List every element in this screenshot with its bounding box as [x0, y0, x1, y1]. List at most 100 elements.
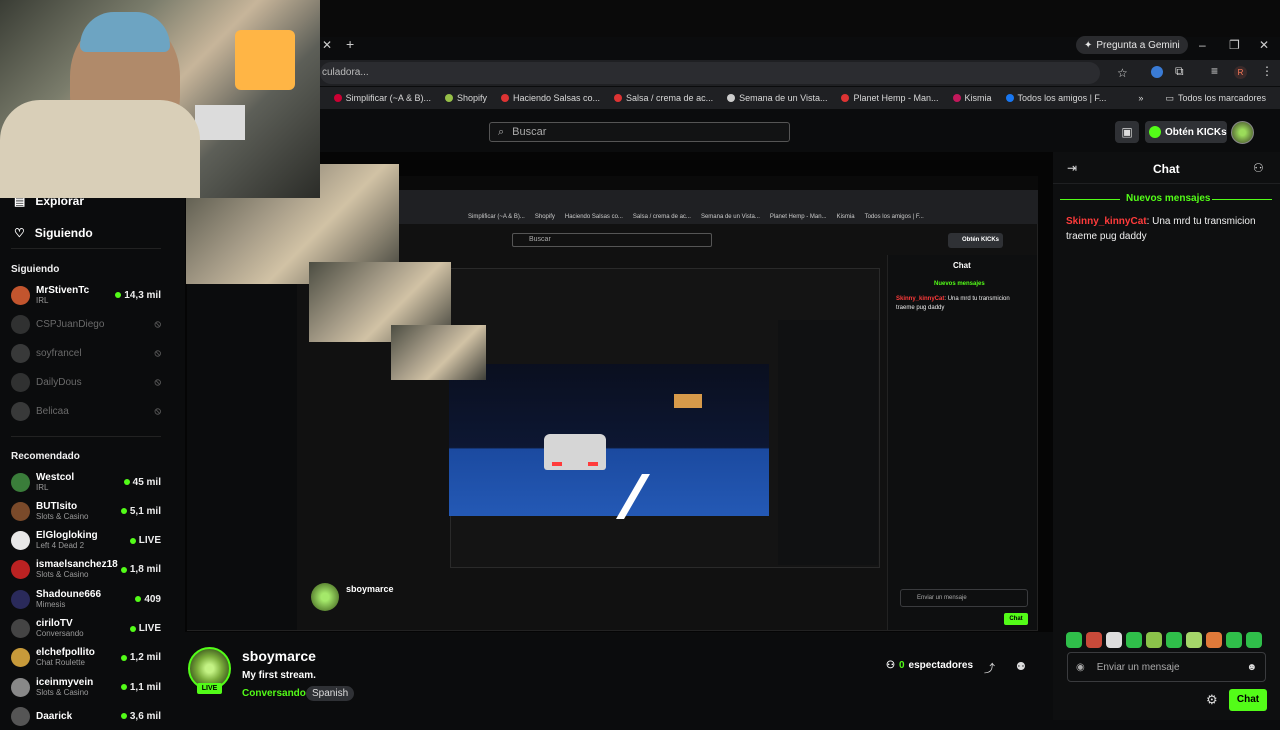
stream-category[interactable]: Conversando [242, 688, 306, 699]
emote-icon[interactable] [1126, 632, 1142, 648]
sidebar-channel-item[interactable]: ElGlogloking Left 4 Dead 2 LIVE [11, 527, 161, 555]
emote-icon[interactable] [1226, 632, 1242, 648]
emote-icon[interactable] [1246, 632, 1262, 648]
bookmark-item[interactable]: Todos los amigos | F... [1005, 93, 1106, 103]
minimize-icon[interactable]: – [1199, 38, 1206, 52]
follow-user-icon[interactable]: ⚉ [1016, 660, 1026, 673]
bookmark-item[interactable]: Planet Hemp - Man... [841, 93, 939, 103]
profile-avatar[interactable]: R [1234, 66, 1247, 79]
emoji-icon[interactable]: ☻ [1246, 662, 1257, 673]
layout-icon: ▣ [1121, 125, 1133, 139]
bookmark-item[interactable]: Shopify [444, 93, 487, 103]
sidebar-channel-item[interactable]: Westcol IRL 45 mil [11, 468, 161, 496]
folder-icon: ▭ [1165, 92, 1174, 103]
emote-icon[interactable] [1186, 632, 1202, 648]
live-dot-icon [115, 292, 122, 298]
streamer-name[interactable]: sboymarce [242, 648, 316, 664]
emote-icon[interactable] [1086, 632, 1102, 648]
reading-list-icon[interactable]: ≡ [1211, 64, 1218, 78]
emote-icon[interactable] [1166, 632, 1182, 648]
sidebar-channel-item[interactable]: iceinmyvein Slots & Casino 1,1 mil [11, 673, 161, 701]
bookmarks-bar: Simplificar (~A & B)... Shopify Haciendo… [320, 87, 1280, 109]
search-input[interactable]: ⌕ Buscar [489, 122, 790, 142]
bookmark-star-icon[interactable]: ☆ [1117, 66, 1128, 80]
sidebar-channel-item[interactable]: Daarick 3,6 mil [11, 702, 161, 730]
chat-settings-icon[interactable]: ⚙ [1206, 692, 1218, 708]
user-avatar[interactable] [1231, 121, 1254, 144]
close-tab-icon[interactable]: ✕ [322, 38, 336, 52]
divider [1212, 199, 1272, 200]
all-bookmarks[interactable]: ▭ Todos los marcadores [1165, 93, 1266, 104]
language-tag[interactable]: Spanish [306, 686, 355, 701]
channel-category: Slots & Casino [36, 687, 89, 697]
divider [11, 248, 161, 249]
sidebar-channel-item[interactable]: MrStivenTc IRL 14,3 mil [11, 281, 161, 309]
section-title-following: Siguiendo [11, 264, 60, 275]
bookmark-item[interactable]: Salsa / crema de ac... [614, 93, 713, 103]
collapse-chat-icon[interactable]: ⇥ [1067, 161, 1077, 175]
extension-icon[interactable] [1151, 66, 1163, 78]
avatar [11, 343, 30, 363]
nested-chat-2 [778, 320, 878, 565]
sidebar-channel-item[interactable]: soyfrancel ⦸ [11, 339, 161, 367]
live-dot-icon [120, 684, 127, 691]
bookmark-item[interactable]: Haciendo Salsas co... [500, 93, 600, 103]
emote-icon[interactable] [1206, 632, 1222, 648]
address-bar[interactable]: culadora... [320, 62, 1100, 84]
offline-icon: ⦸ [154, 376, 161, 388]
channel-name: Westcol [36, 471, 75, 483]
avatar [11, 472, 30, 492]
chat-username[interactable]: Skinny_kinnyCat [1066, 216, 1147, 227]
sparkle-icon: ✦ [1084, 39, 1093, 51]
viewer-count: LIVE [129, 535, 161, 546]
sidebar-channel-item[interactable]: CSPJuanDiego ⦸ [11, 310, 161, 338]
laptop [195, 105, 245, 140]
chat-message: Skinny_kinnyCat: Una mrd tu transmicion … [1066, 214, 1266, 244]
avatar [11, 648, 30, 668]
offline-icon: ⦸ [154, 347, 161, 359]
gemini-button[interactable]: ✦ Pregunta a Gemini [1076, 36, 1188, 54]
viewer-count: 3,6 mil [120, 710, 161, 722]
bookmark-item[interactable]: Kismia [952, 93, 992, 103]
emote-icon[interactable] [1146, 632, 1162, 648]
get-kicks-button[interactable]: Obtén KICKs [1145, 121, 1227, 143]
window-close-icon[interactable]: ✕ [1259, 38, 1269, 52]
viewer-count-text: 1,8 mil [129, 564, 161, 576]
avatar [11, 560, 30, 580]
road-sign [674, 394, 702, 408]
chat-users-icon[interactable]: ⚇ [1253, 161, 1264, 175]
new-tab-icon[interactable]: + [346, 36, 354, 52]
share-icon[interactable]: ⤴ [984, 660, 995, 676]
sidebar-channel-item[interactable]: ciriloTV Conversando LIVE [11, 615, 161, 643]
channel-name: MrStivenTc [36, 284, 90, 296]
viewer-count: 14,3 mil [115, 290, 161, 301]
shopify-icon [444, 94, 453, 102]
viewer-count-text: 3,6 mil [129, 710, 161, 722]
sidebar-channel-item[interactable]: Shadoune666 Mimesis 409 [11, 585, 161, 613]
live-dot-icon [135, 596, 142, 603]
sidebar-channel-item[interactable]: DailyDous ⦸ [11, 368, 161, 396]
channel-name: ElGlogloking [36, 530, 98, 542]
more-bookmarks-icon[interactable]: » [1138, 93, 1143, 103]
divider [11, 436, 161, 437]
menu-kebab-icon[interactable]: ⋮ [1261, 64, 1273, 78]
chat-send-button[interactable]: Chat [1229, 689, 1267, 711]
bookmark-item[interactable]: Simplificar (~A & B)... [333, 93, 431, 103]
avatar [11, 501, 30, 521]
sidebar-channel-item[interactable]: Belicaa ⦸ [11, 397, 161, 425]
bookmark-item[interactable]: Semana de un Vista... [727, 93, 827, 103]
chat-title: Chat [1153, 162, 1180, 176]
sidebar-channel-item[interactable]: BUTIsito Slots & Casino 5,1 mil [11, 497, 161, 525]
emote-icon[interactable] [1066, 632, 1082, 648]
dashboard-button[interactable]: ▣ [1115, 121, 1139, 143]
emote-icon[interactable] [1106, 632, 1122, 648]
sidebar-item-siguiendo[interactable]: ♡ Siguiendo [14, 226, 93, 240]
chat-input[interactable]: ◉ Enviar un mensaje ☻ [1067, 652, 1266, 682]
nested-chat: Chat Nuevos mensajes Skinny_kinnyCat: Un… [887, 255, 1037, 630]
extensions-puzzle-icon[interactable]: ⧉ [1175, 64, 1184, 79]
restore-icon[interactable]: ❐ [1229, 38, 1240, 52]
sidebar-channel-item[interactable]: ismaelsanchez18 Slots & Casino 1,8 mil [11, 556, 161, 584]
live-dot-icon [129, 537, 136, 544]
channel-name: CSPJuanDiego [36, 318, 105, 330]
sidebar-channel-item[interactable]: elchefpollito Chat Roulette 1,2 mil [11, 644, 161, 672]
